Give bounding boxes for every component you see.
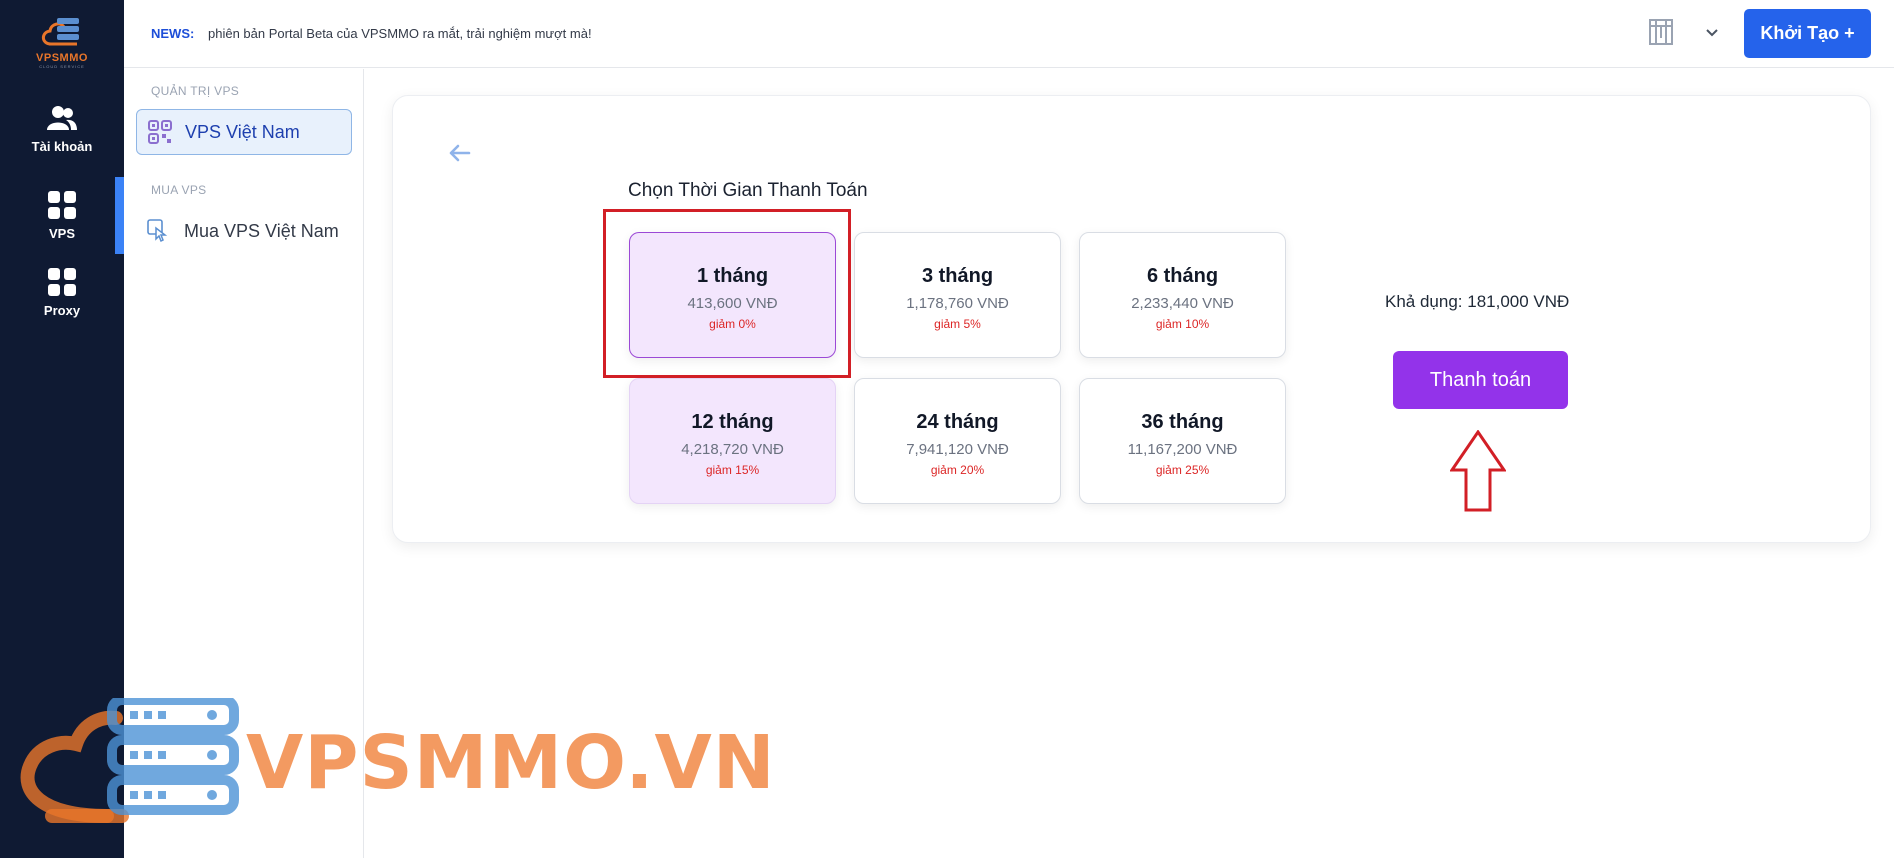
card-title: Chọn Thời Gian Thanh Toán bbox=[628, 180, 868, 201]
plan-option-24-months[interactable]: 24 tháng 7,941,120 VNĐ giảm 20% bbox=[854, 378, 1061, 504]
plan-price: 1,178,760 VNĐ bbox=[906, 295, 1009, 312]
create-button[interactable]: Khởi Tạo + bbox=[1744, 9, 1871, 58]
plan-discount: giảm 0% bbox=[709, 317, 756, 331]
plan-price: 7,941,120 VNĐ bbox=[906, 441, 1009, 458]
tap-icon bbox=[147, 219, 171, 243]
brand-logo[interactable]: VPSMMO CLOUD SERVICE bbox=[0, 14, 124, 70]
plan-discount: giảm 20% bbox=[930, 463, 985, 477]
plan-discount: giảm 5% bbox=[934, 317, 981, 331]
pay-button[interactable]: Thanh toán bbox=[1393, 351, 1568, 409]
brand-tagline: CLOUD SERVICE bbox=[39, 64, 85, 69]
news-label: NEWS: bbox=[151, 26, 195, 41]
grid-icon bbox=[47, 190, 77, 220]
rail-item-account[interactable]: Tài khoản bbox=[0, 90, 124, 166]
plan-price: 4,218,720 VNĐ bbox=[681, 441, 784, 458]
plan-option-3-months[interactable]: 3 tháng 1,178,760 VNĐ giảm 5% bbox=[854, 232, 1061, 358]
subnav-item-label: Mua VPS Việt Nam bbox=[184, 220, 339, 241]
payment-period-card: Chọn Thời Gian Thanh Toán 1 tháng 413,60… bbox=[392, 95, 1871, 543]
plan-option-36-months[interactable]: 36 tháng 11,167,200 VNĐ giảm 25% bbox=[1079, 378, 1286, 504]
plan-duration: 12 tháng bbox=[691, 411, 774, 433]
watermark-text: VPSMMO.VN bbox=[246, 720, 776, 806]
plan-price: 2,233,440 VNĐ bbox=[1131, 295, 1234, 312]
plan-duration: 1 tháng bbox=[696, 265, 769, 287]
available-balance: Khả dụng: 181,000 VNĐ bbox=[1385, 292, 1570, 311]
rail-item-proxy[interactable]: Proxy bbox=[0, 254, 124, 330]
arrow-left-icon[interactable] bbox=[445, 138, 475, 168]
rail-item-label: Tài khoản bbox=[31, 138, 93, 154]
plan-option-6-months[interactable]: 6 tháng 2,233,440 VNĐ giảm 10% bbox=[1079, 232, 1286, 358]
rail-item-label: VPS bbox=[48, 225, 75, 241]
rail-item-vps[interactable]: VPS bbox=[0, 177, 124, 253]
subnav-item-label: VPS Việt Nam bbox=[185, 121, 300, 142]
news-text: phiên bản Portal Beta của VPSMMO ra mắt,… bbox=[208, 26, 592, 41]
subnav-item-vps-vietnam[interactable]: VPS Việt Nam bbox=[136, 109, 352, 155]
plan-discount: giảm 10% bbox=[1155, 317, 1210, 331]
section-title-manage: QUẢN TRỊ VPS bbox=[151, 84, 240, 98]
plan-discount: giảm 15% bbox=[705, 463, 760, 477]
plan-discount: giảm 25% bbox=[1155, 463, 1210, 477]
plan-price: 11,167,200 VNĐ bbox=[1127, 441, 1238, 458]
app-root: VPSMMO CLOUD SERVICE Tài khoản VPS Proxy… bbox=[0, 0, 1894, 858]
plan-duration: 3 tháng bbox=[921, 265, 994, 287]
plan-duration: 36 tháng bbox=[1141, 411, 1224, 433]
chevron-down-icon[interactable] bbox=[1702, 22, 1722, 42]
plan-duration: 24 tháng bbox=[916, 411, 999, 433]
flag-icon[interactable] bbox=[1648, 18, 1674, 46]
section-title-buy: MUA VPS bbox=[151, 183, 207, 197]
plan-duration: 6 tháng bbox=[1146, 265, 1219, 287]
plan-option-1-month[interactable]: 1 tháng 413,600 VNĐ giảm 0% bbox=[629, 232, 836, 358]
plan-option-12-months[interactable]: 12 tháng 4,218,720 VNĐ giảm 15% bbox=[629, 378, 836, 504]
users-icon bbox=[47, 103, 77, 133]
cloud-server-logo-icon bbox=[37, 14, 87, 50]
grid-icon bbox=[47, 267, 77, 297]
qr-icon bbox=[148, 120, 172, 144]
top-bar: NEWS: phiên bản Portal Beta của VPSMMO r… bbox=[124, 0, 1894, 68]
plan-price: 413,600 VNĐ bbox=[687, 295, 778, 312]
brand-name: VPSMMO bbox=[36, 52, 88, 64]
subnav-item-buy-vps-vietnam[interactable]: Mua VPS Việt Nam bbox=[136, 208, 352, 254]
rail-item-label: Proxy bbox=[43, 302, 81, 318]
